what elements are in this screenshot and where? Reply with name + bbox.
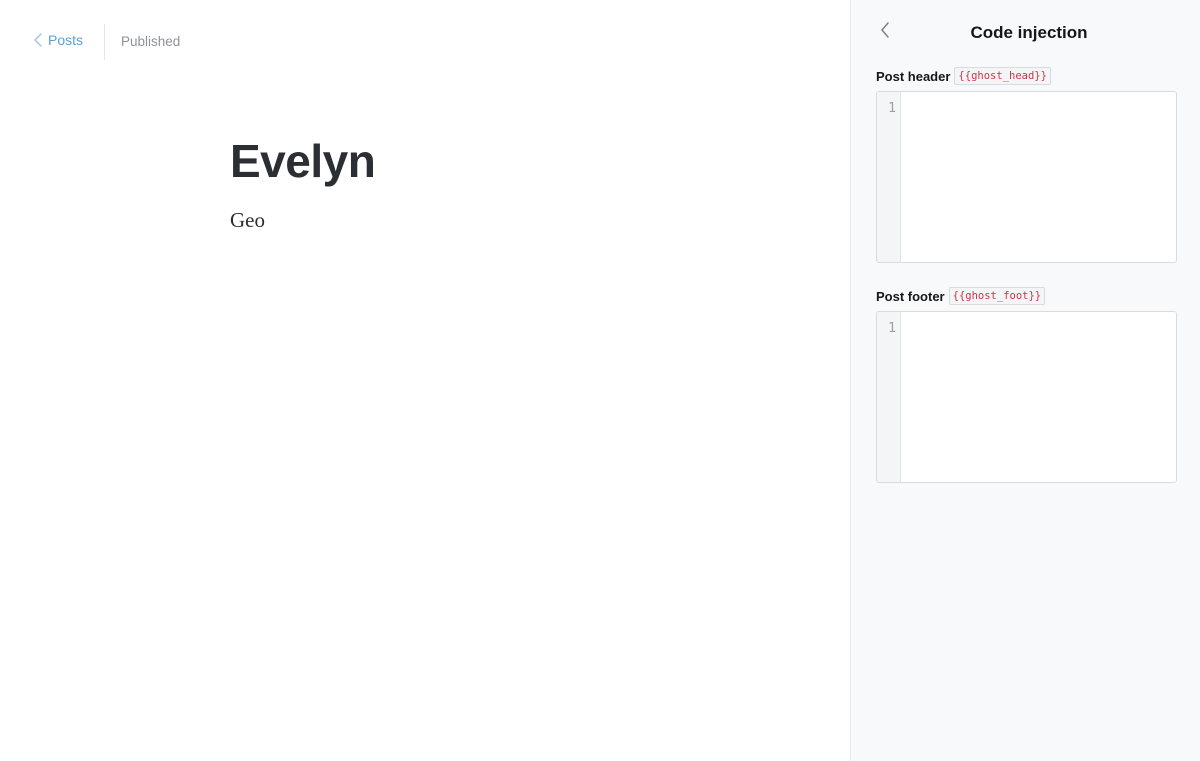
line-gutter: 1 [877, 312, 901, 482]
line-gutter: 1 [877, 92, 901, 262]
post-editor: Posts Published Evelyn Geo [0, 0, 850, 761]
post-header-label-text: Post header [876, 68, 951, 84]
header-divider [104, 24, 105, 60]
app-window: Posts Published Evelyn Geo Code injectio… [0, 0, 1200, 761]
post-body[interactable]: Geo [230, 206, 265, 234]
post-footer-label: Post footer {{ghost_foot}} [876, 287, 1046, 305]
ghost-foot-tag: {{ghost_foot}} [948, 287, 1046, 305]
post-header-code-editor[interactable]: 1 [876, 91, 1177, 263]
settings-panel: Code injection Post header {{ghost_head}… [850, 0, 1200, 761]
panel-title: Code injection [970, 23, 1088, 42]
editor-header: Posts Published [0, 0, 850, 84]
line-number: 1 [888, 101, 896, 116]
post-title[interactable]: Evelyn [230, 134, 376, 188]
line-number: 1 [888, 321, 896, 336]
post-status: Published [121, 34, 181, 49]
post-header-label: Post header {{ghost_head}} [876, 67, 1051, 85]
post-footer-label-text: Post footer [876, 288, 945, 304]
back-to-posts-link[interactable]: Posts [34, 32, 83, 48]
panel-back-button[interactable] [875, 21, 895, 43]
chevron-left-icon [34, 33, 42, 47]
back-link-label: Posts [48, 32, 84, 48]
chevron-left-icon [880, 21, 890, 43]
ghost-head-tag: {{ghost_head}} [954, 67, 1051, 85]
post-footer-code-editor[interactable]: 1 [876, 311, 1177, 483]
